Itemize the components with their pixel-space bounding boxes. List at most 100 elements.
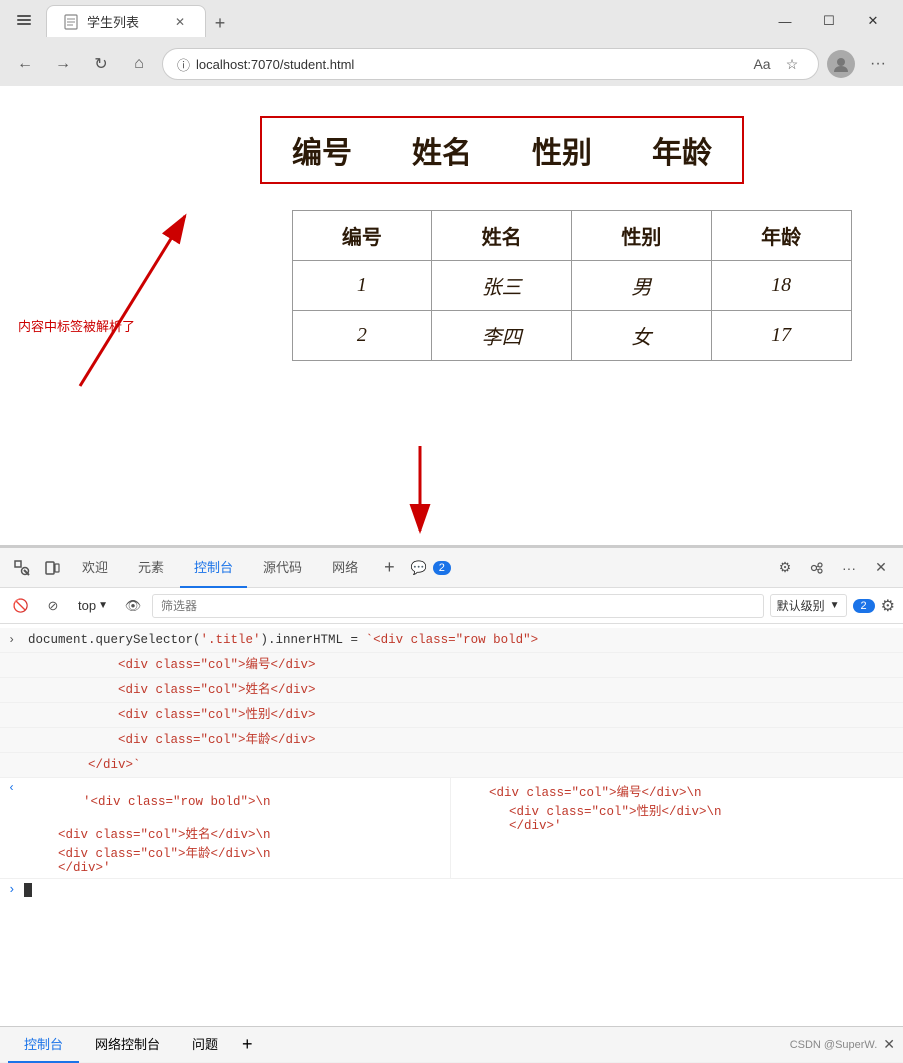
url-text: localhost:7070/student.html — [196, 57, 744, 72]
bottom-tab-network-console[interactable]: 网络控制台 — [79, 1027, 176, 1063]
forward-button[interactable]: → — [48, 49, 78, 79]
console-prompt-arrow: › — [8, 883, 16, 897]
console-output-text-2: <div class="col">姓名</div>\n — [28, 828, 271, 842]
more-devtools-button[interactable]: ··· — [835, 554, 863, 582]
window-controls: — ☐ ✕ — [765, 7, 893, 35]
console-code-4: <div class="col">性别</div> — [28, 706, 316, 724]
console-input-line-2: › <div class="col">编号</div> — [0, 653, 903, 678]
console-input-line-3: › <div class="col">姓名</div> — [0, 678, 903, 703]
message-badge[interactable]: 2 — [853, 599, 875, 613]
td-id-2: 2 — [292, 311, 432, 361]
console-output-text-3: <div class="col">年龄</div>\n — [28, 847, 271, 861]
more-options-button[interactable]: ··· — [863, 49, 893, 79]
address-bar: ← → ↻ ⌂ ⓘ localhost:7070/student.html Aa… — [0, 42, 903, 86]
console-output-col2-3: </div>' — [479, 819, 562, 833]
console-cursor — [24, 883, 32, 897]
console-output-text-4: </div>' — [28, 861, 111, 875]
profile-button[interactable] — [827, 50, 855, 78]
block-icon-button[interactable]: ⊘ — [40, 593, 66, 619]
dt-tab-network[interactable]: 网络 — [318, 548, 372, 588]
tab-close-button[interactable]: ✕ — [171, 13, 189, 31]
inspect-element-button[interactable] — [8, 554, 36, 582]
title-col-3: 性别 — [532, 128, 592, 172]
log-level-dropdown-icon: ▼ — [830, 600, 840, 611]
console-settings-icon[interactable]: ⚙ — [881, 596, 895, 616]
eye-icon-button[interactable]: 👁 — [120, 593, 146, 619]
td-age-1: 18 — [711, 261, 851, 311]
annotation-label: 内容中标签被解析了 — [18, 316, 135, 335]
dt-tab-console[interactable]: 控制台 — [180, 548, 247, 588]
dt-tab-elements[interactable]: 元素 — [124, 548, 178, 588]
console-output-arrow: ‹ — [8, 781, 15, 795]
devtools-console[interactable]: › document.querySelector('.title').inner… — [0, 624, 903, 1026]
tab-title: 学生列表 — [87, 12, 139, 31]
bottom-tab-console[interactable]: 控制台 — [8, 1027, 79, 1063]
clear-console-button[interactable]: 🚫 — [8, 593, 34, 619]
td-gender-1: 男 — [572, 261, 712, 311]
maximize-button[interactable]: ☐ — [809, 7, 849, 35]
console-output-col2-1: <div class="col">编号</div>\n — [459, 786, 702, 800]
student-table: 编号 姓名 性别 年龄 1 张三 男 18 2 李四 女 17 — [292, 210, 852, 361]
td-name-2: 李四 — [432, 311, 572, 361]
title-col-4: 年龄 — [652, 128, 712, 172]
close-bottom-panel-button[interactable]: ✕ — [883, 1036, 895, 1053]
td-id-1: 1 — [292, 261, 432, 311]
console-input-line-4: › <div class="col">性别</div> — [0, 703, 903, 728]
console-input-line-5: › <div class="col">年龄</div> — [0, 728, 903, 753]
watermark-area: CSDN @SuperW. ✕ — [790, 1036, 895, 1053]
add-panel-button[interactable]: + — [234, 1034, 261, 1055]
th-age: 年龄 — [711, 211, 851, 261]
console-input-line-1: › document.querySelector('.title').inner… — [0, 628, 903, 653]
th-gender: 性别 — [572, 211, 712, 261]
th-name: 姓名 — [432, 211, 572, 261]
title-bar: 学生列表 ✕ + — ☐ ✕ — [0, 0, 903, 42]
message-icon: 💬 — [411, 560, 427, 576]
devtools-secondary-toolbar: 🚫 ⊘ top ▼ 👁 默认级别 ▼ 2 ⚙ — [0, 588, 903, 624]
bottom-tab-issues[interactable]: 问题 — [176, 1027, 234, 1063]
table-row: 2 李四 女 17 — [292, 311, 851, 361]
devtools-settings-area: ⚙ ··· ✕ — [771, 554, 895, 582]
sidebar-toggle[interactable] — [10, 7, 38, 35]
minimize-button[interactable]: — — [765, 7, 805, 35]
new-tab-button[interactable]: + — [206, 9, 234, 37]
url-bar[interactable]: ⓘ localhost:7070/student.html Aa ☆ — [162, 48, 819, 80]
back-button[interactable]: ← — [10, 49, 40, 79]
console-output-line: ‹ '<div class="row bold">\n <div class="… — [0, 778, 903, 879]
device-toolbar-button[interactable] — [38, 554, 66, 582]
close-devtools-button[interactable]: ✕ — [867, 554, 895, 582]
th-id: 编号 — [292, 211, 432, 261]
console-output-col2-2: <div class="col">性别</div>\n — [479, 805, 722, 819]
reader-mode-icon[interactable]: Aa — [750, 52, 774, 76]
dt-tab-welcome[interactable]: 欢迎 — [68, 548, 122, 588]
browser-tab[interactable]: 学生列表 ✕ — [46, 5, 206, 37]
top-label: top — [78, 598, 96, 613]
page-content: 编号 姓名 性别 年龄 编号 姓名 性别 年龄 1 张三 男 — [0, 86, 903, 546]
td-name-1: 张三 — [432, 261, 572, 311]
refresh-button[interactable]: ↻ — [86, 49, 116, 79]
td-gender-2: 女 — [572, 311, 712, 361]
security-icon: ⓘ — [177, 55, 190, 74]
bottom-tabs: 控制台 网络控制台 问题 + CSDN @SuperW. ✕ — [0, 1026, 903, 1062]
table-header-row: 编号 姓名 性别 年龄 — [292, 211, 851, 261]
console-output-text-1: '<div class="row bold">\n — [8, 795, 271, 823]
title-box-inner: 编号 姓名 性别 年龄 — [292, 128, 712, 172]
title-col-1: 编号 — [292, 128, 352, 172]
address-icons: Aa ☆ — [750, 52, 804, 76]
favorites-icon[interactable]: ☆ — [780, 52, 804, 76]
td-age-2: 17 — [711, 311, 851, 361]
watermark-text: CSDN @SuperW. — [790, 1039, 878, 1051]
filter-input[interactable] — [152, 594, 764, 618]
console-cursor-line[interactable]: › — [0, 879, 903, 901]
dt-more-tabs-button[interactable]: + — [374, 557, 405, 578]
title-box: 编号 姓名 性别 年龄 — [260, 116, 744, 184]
log-level-dropdown[interactable]: 默认级别 ▼ — [770, 594, 847, 617]
console-code-5: <div class="col">年龄</div> — [28, 731, 316, 749]
home-button[interactable]: ⌂ — [124, 49, 154, 79]
tab-area: 学生列表 ✕ + — [46, 5, 757, 37]
close-window-button[interactable]: ✕ — [853, 7, 893, 35]
remote-debug-button[interactable] — [803, 554, 831, 582]
settings-button[interactable]: ⚙ — [771, 554, 799, 582]
dt-tab-sources[interactable]: 源代码 — [249, 548, 316, 588]
devtools-toolbar: 欢迎 元素 控制台 源代码 网络 + 💬 2 ⚙ ··· ✕ — [0, 548, 903, 588]
context-selector[interactable]: top ▼ — [72, 596, 114, 615]
